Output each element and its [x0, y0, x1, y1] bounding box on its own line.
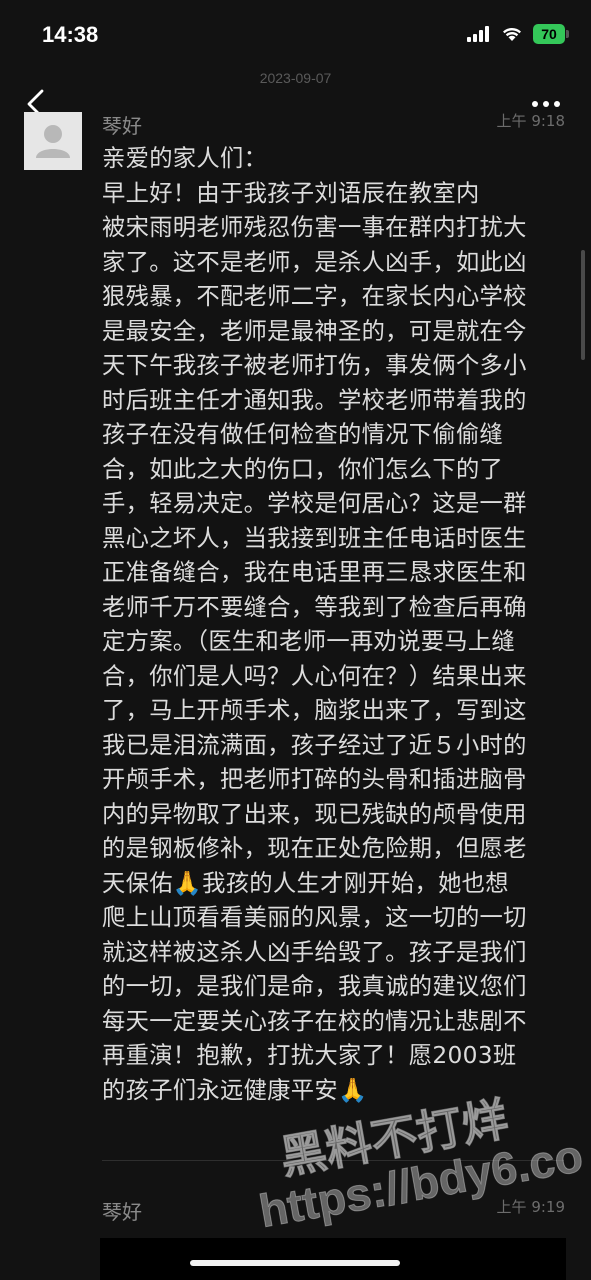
message-line: 家了。这不是老师，是杀人凶手，如此凶 — [102, 248, 527, 276]
message-text: 亲爱的家人们： 早上好！由于我孩子刘语辰在教室内被宋雨明老师残忍伤害一事在群内打… — [102, 142, 572, 1108]
message-time: 上午 9:19 — [496, 1198, 565, 1216]
more-dots-icon[interactable] — [531, 98, 561, 110]
message-line: 黑心之坏人，当我接到班主任电话时医生 — [102, 524, 527, 552]
message-line: 是最安全，老师是最神圣的，可是就在今 — [102, 317, 527, 345]
home-indicator[interactable] — [190, 1260, 400, 1266]
message-line: 再重演！抱歉，打扰大家了！愿2003班 — [102, 1042, 517, 1069]
battery-level: 70 — [533, 24, 565, 44]
message-line: 被宋雨明老师残忍伤害一事在群内打扰大 — [102, 214, 527, 241]
signal-icon — [467, 26, 489, 42]
message-line: 内的异物取了出来，现已残缺的颅骨使用 — [102, 800, 527, 828]
message-line: 的一切，是我们是命，我真诚的建议您们 — [102, 973, 527, 1000]
message-time: 上午 9:18 — [496, 112, 565, 130]
message-divider — [102, 1160, 564, 1161]
message-line: 就这样被这杀人凶手给毁了。孩子是我们 — [102, 938, 527, 966]
message-line: 狠残暴，不配老师二字，在家长内心学校 — [102, 283, 527, 310]
message-line: 天保佑🙏我孩的人生才刚开始，她也想 — [102, 869, 509, 897]
message-line: 正准备缝合，我在电话里再三恳求医生和 — [102, 559, 527, 586]
message-line: 天下午我孩子被老师打伤，事发俩个多小 — [102, 352, 527, 379]
default-avatar-icon[interactable] — [24, 112, 82, 170]
message-line: 每天一定要关心孩子在校的情况让悲剧不 — [102, 1007, 527, 1035]
wifi-icon — [503, 27, 521, 41]
message-line: 的是钢板修补，现在正处危险期，但愿老 — [102, 835, 527, 862]
message-line: 合，你们是人吗？人心何在？）结果出来 — [102, 662, 527, 690]
message-line: 孩子在没有做任何检查的情况下偷偷缝 — [102, 421, 504, 448]
message-line: 手，轻易决定。学校是何居心？这是一群 — [102, 490, 527, 517]
message-line: 时后班主任才通知我。学校老师带着我的 — [102, 386, 527, 414]
scrollbar[interactable] — [581, 250, 585, 360]
message-line: 亲爱的家人们： — [102, 145, 268, 172]
message-line: 我已是泪流满面，孩子经过了近５小时的 — [102, 731, 527, 759]
media-attachment[interactable] — [100, 1238, 566, 1280]
message-line: 开颅手术，把老师打碎的头骨和插进脑骨 — [102, 766, 527, 793]
watermark-url: https://bdy6.co — [255, 1129, 587, 1238]
message-line: 的孩子们永远健康平安🙏 — [102, 1076, 368, 1104]
message-line: 早上好！由于我孩子刘语辰在教室内 — [102, 179, 480, 207]
message-line: 了，马上开颅手术，脑浆出来了，写到这 — [102, 697, 527, 724]
message-line: 定方案。（医生和老师一再劝说要马上缝 — [102, 628, 516, 655]
status-time: 14:38 — [42, 22, 99, 47]
message-line: 爬上山顶看看美丽的风景，这一切的一切 — [102, 904, 527, 931]
status-indicators: 70 — [467, 24, 569, 44]
date-separator: 2023-09-07 — [259, 70, 332, 86]
message-line: 合，如此之大的伤口，你们怎么下的了 — [102, 455, 504, 483]
message-line: 老师千万不要缝合，等我到了检查后再确 — [102, 593, 527, 621]
status-bar: 14:38 70 — [0, 0, 591, 70]
sender-name: 琴好 — [102, 114, 142, 138]
sender-name: 琴好 — [102, 1200, 142, 1224]
battery-icon: 70 — [533, 24, 569, 44]
